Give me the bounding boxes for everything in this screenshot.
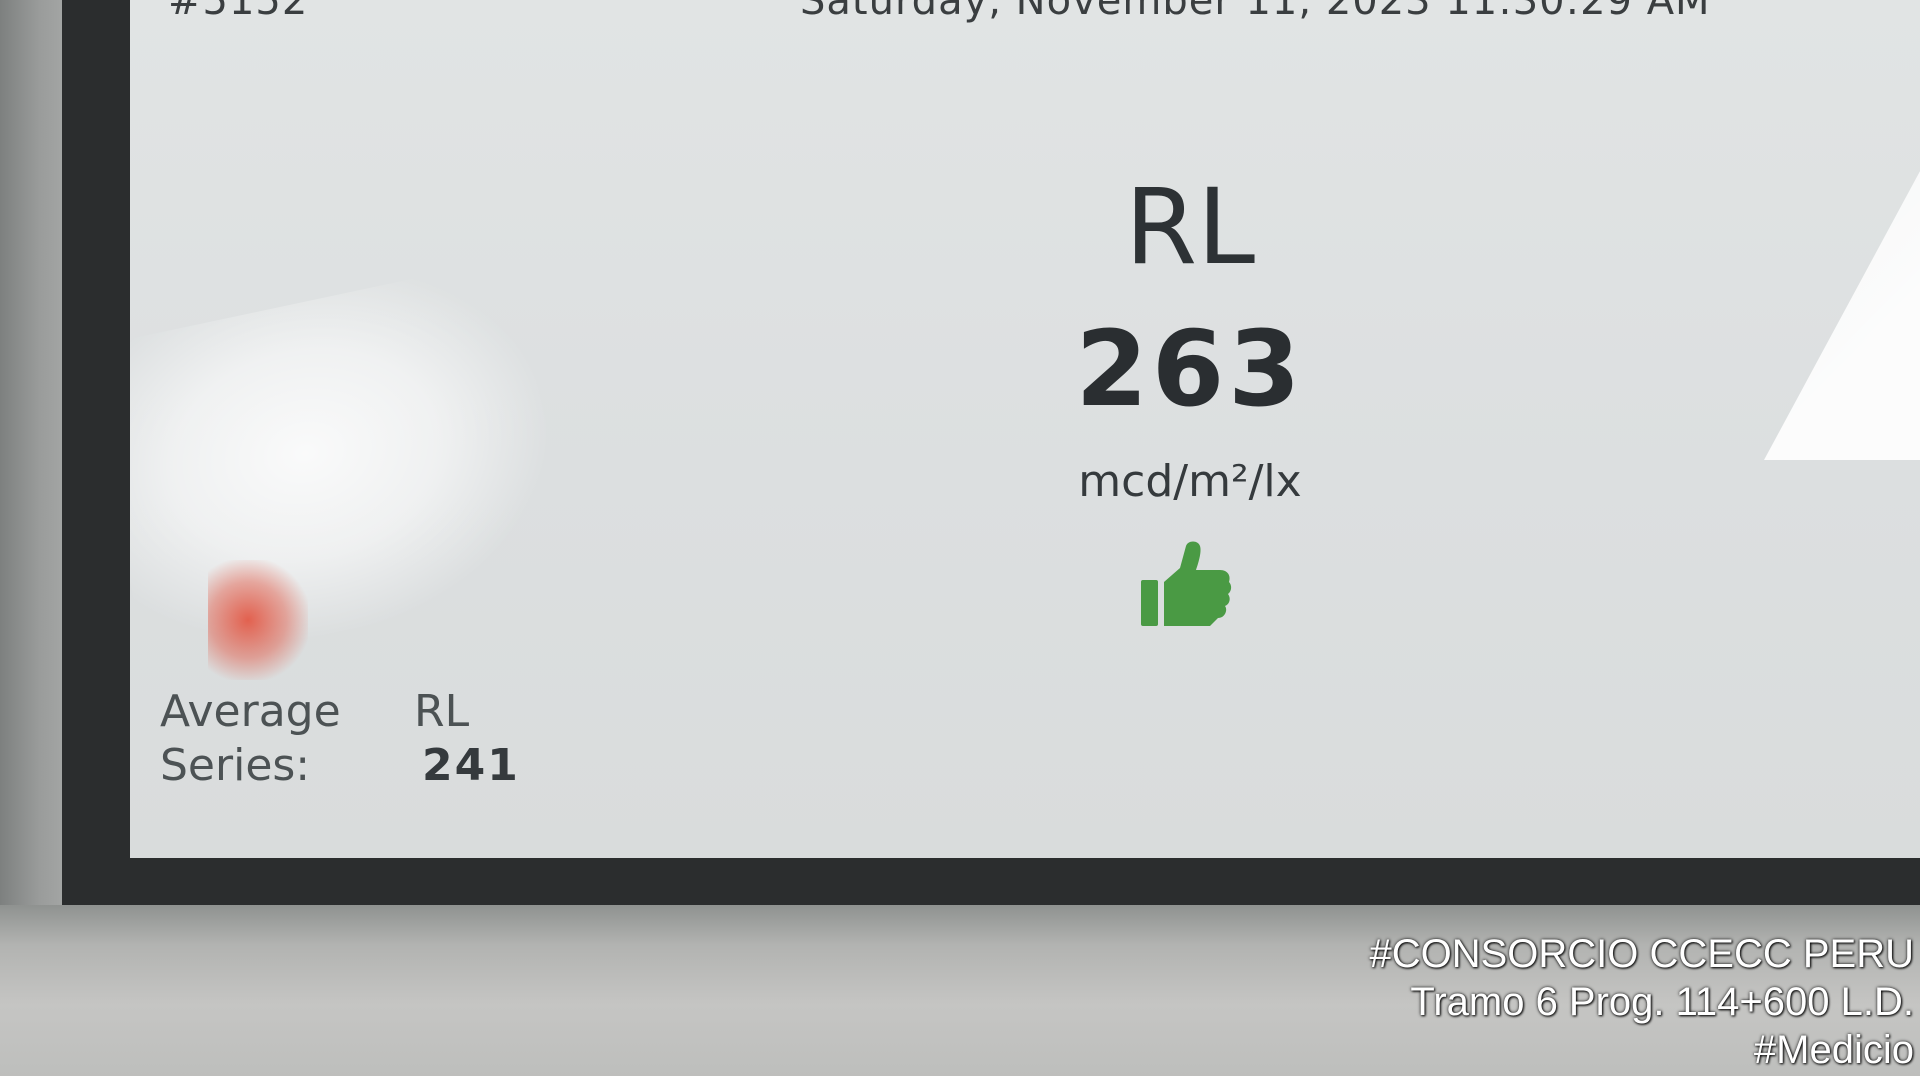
measurement-label: RL [1124, 166, 1256, 288]
device-id-label: #5152 [168, 0, 309, 24]
screen-glare-right [1764, 60, 1920, 460]
device-screen: #5152 Saturday, November 11, 2023 11:30:… [130, 0, 1920, 858]
average-metric-label: RL [414, 686, 470, 737]
series-label: Series: [160, 740, 311, 791]
measurement-unit: mcd/m²/lx [1078, 456, 1302, 507]
red-reflection [208, 560, 308, 680]
watermark-line-1: #CONSORCIO CCECC PERU [1369, 932, 1914, 976]
thumbs-up-icon [1141, 541, 1232, 626]
average-value: 241 [422, 740, 520, 791]
average-series-panel: Average RL Series: 241 [160, 686, 580, 806]
measurement-datetime: Saturday, November 11, 2023 11:30:29 AM [800, 0, 1711, 24]
average-label: Average [160, 686, 341, 737]
bottom-edge [0, 1076, 1920, 1080]
photo-watermark: #CONSORCIO CCECC PERU Tramo 6 Prog. 114+… [1214, 930, 1914, 1074]
measurement-value: 263 [1075, 308, 1305, 430]
watermark-line-2: Tramo 6 Prog. 114+600 L.D. [1410, 980, 1914, 1024]
watermark-line-3: #Medicio [1753, 1028, 1914, 1072]
screen-glare-left [130, 257, 580, 673]
